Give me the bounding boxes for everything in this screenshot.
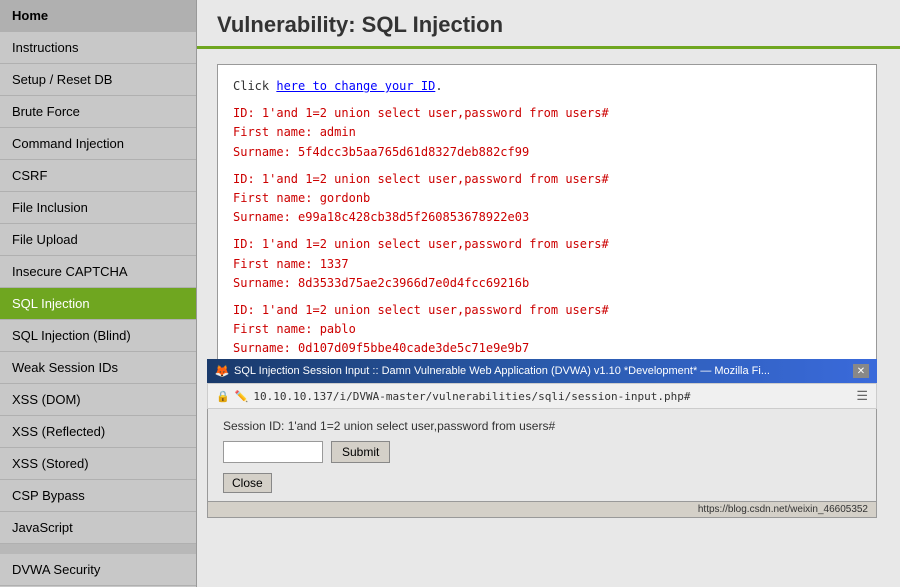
address-url[interactable]: 10.10.10.137/i/DVWA-master/vulnerabiliti… xyxy=(253,390,851,403)
surname-line: Surname: 5f4dcc3b5aa765d61d8327deb882cf9… xyxy=(233,143,861,162)
id-line: ID: 1'and 1=2 union select user,password… xyxy=(233,170,861,189)
content-area: Click here to change your ID. ID: 1'and … xyxy=(197,49,900,587)
edit-icon: ✏️ xyxy=(235,390,249,403)
sidebar-item-brute-force[interactable]: Brute Force xyxy=(0,96,196,128)
sidebar-item-csrf[interactable]: CSRF xyxy=(0,160,196,192)
change-suffix: . xyxy=(435,79,442,93)
session-id-label: Session ID: 1'and 1=2 union select user,… xyxy=(223,419,861,433)
popup-addressbar: 🔒 ✏️ 10.10.10.137/i/DVWA-master/vulnerab… xyxy=(207,383,877,409)
popup-statusbar: https://blog.csdn.net/weixin_46605352 xyxy=(207,502,877,518)
sidebar-item-javascript[interactable]: JavaScript xyxy=(0,512,196,544)
page-title: Vulnerability: SQL Injection xyxy=(217,12,880,38)
sidebar-divider xyxy=(0,544,196,554)
change-prefix: Click xyxy=(233,79,276,93)
id-line: ID: 1'and 1=2 union select user,password… xyxy=(233,301,861,320)
popup-titlebar: 🦊 SQL Injection Session Input :: Damn Vu… xyxy=(207,359,877,383)
id-line: ID: 1'and 1=2 union select user,password… xyxy=(233,104,861,123)
sidebar-item-xss-dom[interactable]: XSS (DOM) xyxy=(0,384,196,416)
change-link[interactable]: here to change your ID xyxy=(276,79,435,93)
sidebar-item-home[interactable]: Home xyxy=(0,0,196,32)
popup-close-button[interactable]: ✕ xyxy=(853,364,869,378)
surname-line: Surname: e99a18c428cb38d5f260853678922e0… xyxy=(233,208,861,227)
result-entry-0: ID: 1'and 1=2 union select user,password… xyxy=(233,104,861,162)
sidebar-item-insecure-captcha[interactable]: Insecure CAPTCHA xyxy=(0,256,196,288)
sidebar-item-file-inclusion[interactable]: File Inclusion xyxy=(0,192,196,224)
result-entry-2: ID: 1'and 1=2 union select user,password… xyxy=(233,235,861,293)
surname-line: Surname: 0d107d09f5bbe40cade3de5c71e9e9b… xyxy=(233,339,861,358)
sidebar: HomeInstructionsSetup / Reset DBBrute Fo… xyxy=(0,0,197,587)
sidebar-item-command-injection[interactable]: Command Injection xyxy=(0,128,196,160)
sidebar-item-weak-session-ids[interactable]: Weak Session IDs xyxy=(0,352,196,384)
sidebar-item-dvwa-security[interactable]: DVWA Security xyxy=(0,554,196,586)
page-header: Vulnerability: SQL Injection xyxy=(197,0,900,49)
close-button[interactable]: Close xyxy=(223,473,272,493)
sidebar-item-sql-injection-blind[interactable]: SQL Injection (Blind) xyxy=(0,320,196,352)
firstname-line: First name: admin xyxy=(233,123,861,142)
id-line: ID: 1'and 1=2 union select user,password… xyxy=(233,235,861,254)
popup-input-row: Submit xyxy=(223,441,861,463)
sidebar-item-csp-bypass[interactable]: CSP Bypass xyxy=(0,480,196,512)
menu-icon[interactable]: ☰ xyxy=(856,388,868,404)
popup-window: 🦊 SQL Injection Session Input :: Damn Vu… xyxy=(207,359,877,518)
change-id-line: Click here to change your ID. xyxy=(233,77,861,96)
result-entry-3: ID: 1'and 1=2 union select user,password… xyxy=(233,301,861,359)
sidebar-item-xss-stored[interactable]: XSS (Stored) xyxy=(0,448,196,480)
surname-line: Surname: 8d3533d75ae2c3966d7e0d4fcc69216… xyxy=(233,274,861,293)
submit-button[interactable]: Submit xyxy=(331,441,390,463)
session-input[interactable] xyxy=(223,441,323,463)
popup-body: Session ID: 1'and 1=2 union select user,… xyxy=(207,409,877,502)
sidebar-item-file-upload[interactable]: File Upload xyxy=(0,224,196,256)
result-entry-1: ID: 1'and 1=2 union select user,password… xyxy=(233,170,861,228)
firstname-line: First name: 1337 xyxy=(233,255,861,274)
firefox-icon: 🦊 xyxy=(215,364,229,378)
popup-title-text: SQL Injection Session Input :: Damn Vuln… xyxy=(234,365,848,377)
sidebar-item-sql-injection[interactable]: SQL Injection xyxy=(0,288,196,320)
main-content: Vulnerability: SQL Injection Click here … xyxy=(197,0,900,587)
sidebar-item-setup[interactable]: Setup / Reset DB xyxy=(0,64,196,96)
sidebar-item-instructions[interactable]: Instructions xyxy=(0,32,196,64)
lock-icon: 🔒 xyxy=(216,390,230,403)
firstname-line: First name: gordonb xyxy=(233,189,861,208)
sidebar-item-xss-reflected[interactable]: XSS (Reflected) xyxy=(0,416,196,448)
firstname-line: First name: pablo xyxy=(233,320,861,339)
